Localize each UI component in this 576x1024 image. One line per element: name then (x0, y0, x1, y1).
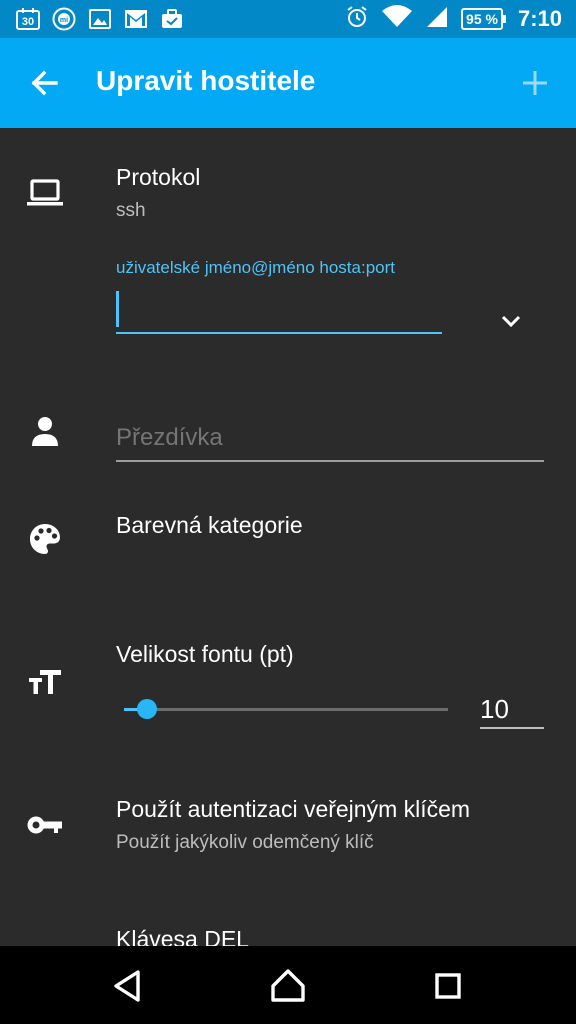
app-bar: Upravit hostitele (0, 38, 576, 128)
font-size-slider-track[interactable] (124, 708, 448, 711)
laptop-icon (26, 174, 64, 212)
battery-tip (502, 15, 506, 23)
font-size-label: Velikost fontu (pt) (116, 641, 294, 667)
plus-icon[interactable] (520, 68, 550, 98)
gallery-icon (88, 8, 112, 30)
chevron-down-icon[interactable] (498, 308, 524, 334)
font-size-value[interactable]: 10 (480, 694, 544, 729)
address-input[interactable] (116, 288, 442, 332)
battery-level: 95 % (461, 8, 503, 30)
status-indicators: 95 % 7:10 (345, 0, 562, 38)
keyboard-icon (26, 936, 64, 946)
calendar-icon: 30 (16, 8, 40, 30)
palette-icon (26, 520, 64, 558)
pubkey-value[interactable]: Použít jakýkoliv odemčený klíč (116, 832, 374, 854)
recents-nav-icon[interactable] (428, 966, 468, 1006)
page-title: Upravit hostitele (96, 65, 316, 96)
pubkey-label[interactable]: Použít autentizaci veřejným klíčem (116, 796, 470, 823)
briefcase-icon (160, 8, 184, 30)
arrow-back-icon[interactable] (28, 66, 62, 100)
key-icon (26, 806, 64, 844)
svg-text:mi: mi (60, 17, 68, 24)
home-nav-icon[interactable] (268, 966, 308, 1006)
navigation-bar (0, 946, 576, 1024)
status-time: 7:10 (517, 6, 562, 31)
status-bar: 30 mi 95 % 7:10 (0, 0, 576, 38)
protocol-value[interactable]: ssh (116, 200, 146, 222)
address-hint: uživatelské jméno@jméno hosta:port (116, 258, 396, 277)
nickname-input[interactable] (116, 416, 544, 462)
battery-indicator: 95 % (461, 8, 506, 30)
address-underline (116, 332, 442, 334)
host-edit-form: Protokol ssh uživatelské jméno@jméno hos… (0, 128, 576, 946)
color-category-label[interactable]: Barevná kategorie (116, 512, 303, 539)
protocol-label[interactable]: Protokol (116, 164, 200, 191)
notification-icons: 30 mi (0, 7, 184, 31)
wifi-icon (381, 4, 413, 34)
font-size-slider-thumb[interactable] (136, 699, 157, 719)
mi-icon: mi (52, 7, 76, 31)
signal-icon (425, 5, 449, 34)
del-key-label[interactable]: Klávesa DEL (116, 926, 249, 946)
text-size-icon (26, 663, 64, 701)
back-nav-icon[interactable] (108, 966, 148, 1006)
calendar-day: 30 (22, 16, 34, 28)
person-icon (26, 412, 64, 450)
gmail-icon (124, 8, 148, 30)
alarm-icon (345, 5, 369, 34)
